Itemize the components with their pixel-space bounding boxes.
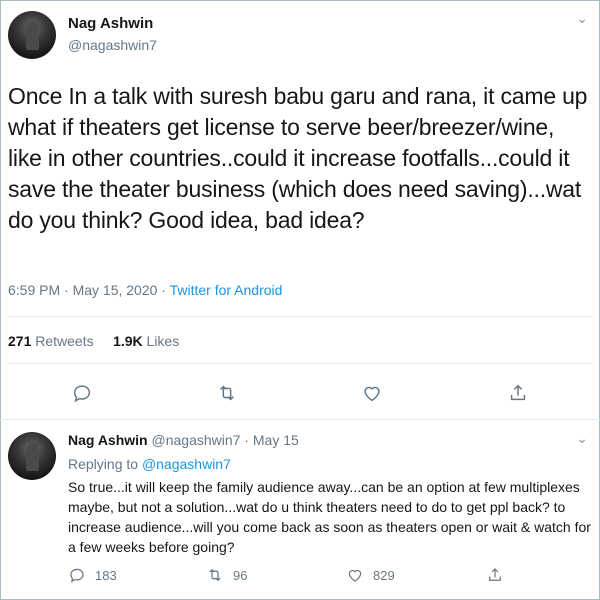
like-button[interactable]: 829 (346, 566, 395, 584)
reply-icon[interactable] (71, 382, 93, 404)
likes-label: Likes (142, 333, 180, 349)
like-icon (348, 569, 362, 582)
likes-stat[interactable]: 1.9K Likes (113, 333, 179, 349)
chevron-down-icon[interactable]: ⌄ (576, 10, 588, 27)
author-name[interactable]: Nag Ashwin (68, 15, 153, 32)
tweet-timestamp[interactable]: 6:59 PM · May 15, 2020 · (8, 282, 170, 298)
tweet-actions (0, 378, 600, 408)
share-icon[interactable] (507, 382, 529, 404)
share-icon (489, 568, 501, 581)
retweets-label: Retweets (31, 333, 94, 349)
retweet-count: 96 (233, 567, 248, 583)
tweet-text: Once In a talk with suresh babu garu and… (8, 83, 588, 233)
retweet-icon[interactable] (216, 382, 238, 404)
retweets-stat[interactable]: 271 Retweets (8, 333, 94, 349)
likes-count: 1.9K (113, 333, 143, 349)
reply-text: So true...it will keep the family audien… (68, 479, 591, 555)
author-name[interactable]: Nag Ashwin (68, 432, 148, 448)
divider (8, 316, 592, 317)
retweets-count: 271 (8, 333, 32, 349)
retweet-icon (209, 568, 221, 582)
avatar[interactable] (8, 11, 56, 59)
main-tweet: Nag Ashwin @nagashwin7 ⌄ Once In a talk … (0, 0, 600, 420)
like-icon[interactable] (361, 382, 383, 404)
tweet-stats: 271 Retweets 1.9K Likes (8, 333, 179, 349)
tweet-meta: 6:59 PM · May 15, 2020 · Twitter for And… (8, 282, 282, 298)
avatar[interactable] (8, 432, 56, 480)
chevron-down-icon[interactable]: ⌄ (576, 430, 588, 447)
reply-actions: 183 96 829 (0, 566, 600, 588)
reply-button[interactable]: 183 (68, 566, 117, 584)
share-button[interactable] (486, 566, 504, 584)
replying-to: Replying to @nagashwin7 (68, 456, 231, 472)
reply-tweet: Nag Ashwin @nagashwin7 · May 15 ⌄ Replyi… (0, 421, 600, 600)
reply-count: 183 (95, 567, 117, 583)
replying-prefix: Replying to (68, 456, 142, 472)
reply-icon (70, 568, 84, 583)
author-handle-and-date[interactable]: @nagashwin7 · May 15 (148, 432, 298, 448)
author-handle[interactable]: @nagashwin7 (68, 37, 157, 53)
retweet-button[interactable]: 96 (206, 566, 247, 584)
divider (8, 363, 592, 364)
reply-header: Nag Ashwin @nagashwin7 · May 15 (68, 432, 299, 448)
replying-to-link[interactable]: @nagashwin7 (142, 456, 231, 472)
like-count: 829 (373, 567, 395, 583)
tweet-source-link[interactable]: Twitter for Android (170, 282, 283, 298)
